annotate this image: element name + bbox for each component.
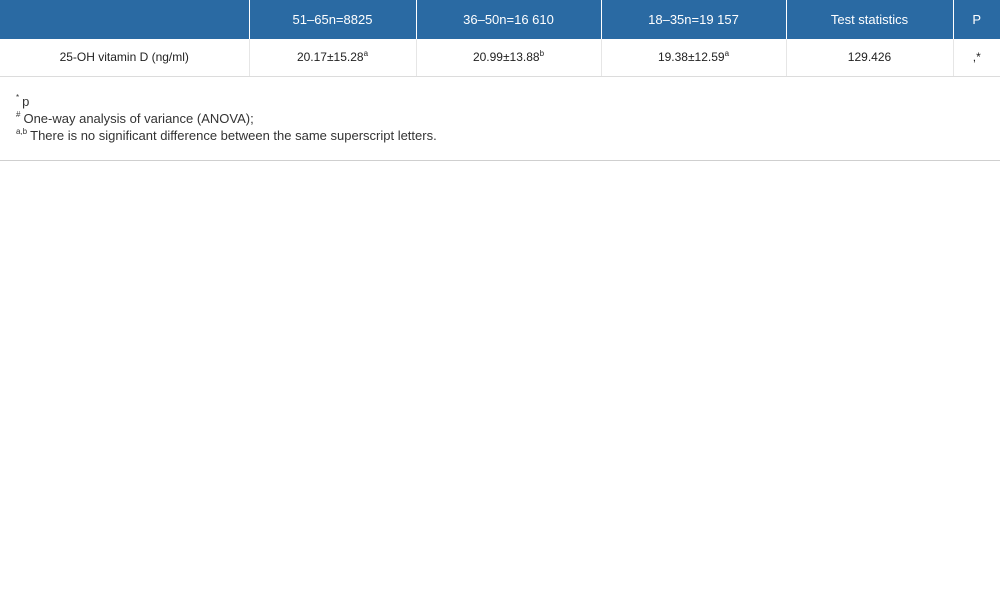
header-cell-blank bbox=[0, 0, 250, 39]
cell-value: ,* bbox=[972, 50, 981, 65]
footnote: a,b There is no significant difference be… bbox=[16, 127, 1000, 144]
footnote-mark: # bbox=[16, 110, 21, 120]
footnote-text: There is no significant difference betwe… bbox=[30, 127, 437, 143]
footnote: * p bbox=[16, 93, 1000, 110]
cell-value: 19.38±12.59 bbox=[657, 50, 725, 65]
table-row: 25-OH vitamin D (ng/ml) 20.17±15.28a 20.… bbox=[0, 39, 1000, 77]
row-label: 25-OH vitamin D (ng/ml) bbox=[0, 39, 250, 77]
cell-value: 20.99±13.88 bbox=[472, 50, 540, 65]
header-cell-test-statistics: Test statistics bbox=[786, 0, 954, 39]
header-cell-age-18-35: 18–35n=19 157 bbox=[601, 0, 787, 39]
footnote-mark: * bbox=[16, 93, 20, 103]
header-cell-age-51-65: 51–65n=8825 bbox=[249, 0, 417, 39]
cell-superscript: a bbox=[363, 49, 369, 59]
table-container: 51–65n=8825 36–50n=16 610 18–35n=19 157 … bbox=[0, 0, 1000, 161]
header-cell-age-36-50: 36–50n=16 610 bbox=[416, 0, 602, 39]
results-table: 51–65n=8825 36–50n=16 610 18–35n=19 157 … bbox=[0, 0, 1000, 77]
table-cell: 20.99±13.88b bbox=[416, 39, 602, 77]
cell-superscript: a bbox=[724, 49, 730, 59]
table-cell: 19.38±12.59a bbox=[601, 39, 787, 77]
footnote-text: p bbox=[22, 93, 30, 109]
table-cell: ,* bbox=[953, 39, 1000, 77]
header-cell-p: P bbox=[953, 0, 1000, 39]
footnote-text: One-way analysis of variance (ANOVA); bbox=[23, 110, 254, 126]
cell-value: 129.426 bbox=[847, 50, 892, 65]
footnote-mark: a,b bbox=[16, 127, 28, 137]
footnote: # One-way analysis of variance (ANOVA); bbox=[16, 110, 1000, 127]
table-footnotes: * p # One-way analysis of variance (ANOVA)… bbox=[0, 77, 1000, 161]
table-cell: 20.17±15.28a bbox=[249, 39, 417, 77]
cell-superscript: b bbox=[539, 49, 545, 59]
table-header-row: 51–65n=8825 36–50n=16 610 18–35n=19 157 … bbox=[0, 0, 1000, 39]
table-cell: 129.426 bbox=[786, 39, 954, 77]
cell-value: 20.17±15.28 bbox=[296, 50, 364, 65]
